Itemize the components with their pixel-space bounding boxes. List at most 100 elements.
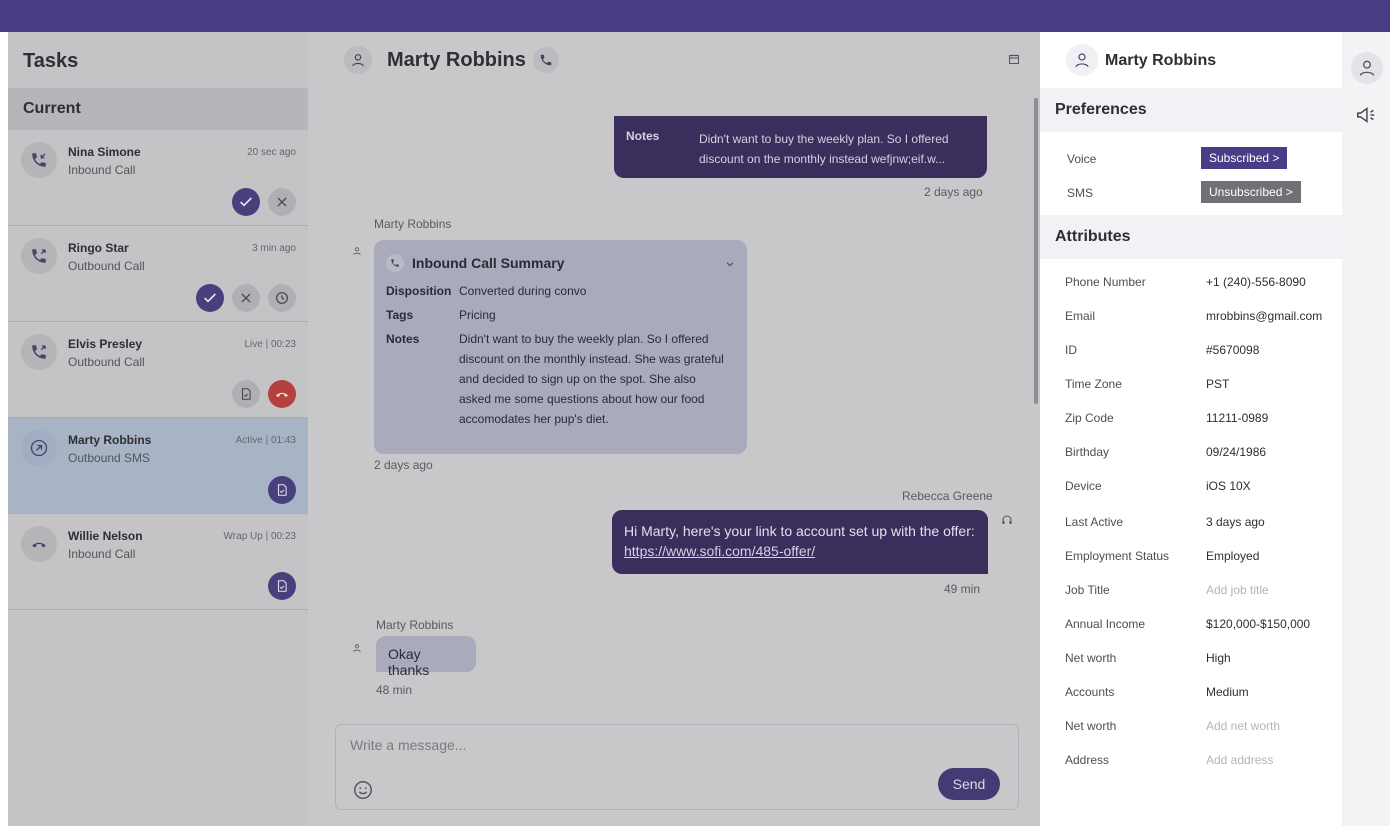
attribute-value[interactable]: 3 days ago <box>1206 515 1265 529</box>
sms-subscription-button[interactable]: Unsubscribed > <box>1201 181 1301 203</box>
voice-subscription-button[interactable]: Subscribed > <box>1201 147 1288 169</box>
message-composer[interactable]: Write a message... Send <box>335 724 1019 810</box>
task-name: Nina Simone <box>68 145 141 159</box>
attributes-header: Attributes <box>1040 215 1342 259</box>
message-time: 2 days ago <box>924 185 983 199</box>
attribute-label: Net worth <box>1065 719 1117 733</box>
contact-profile-panel: Marty Robbins Preferences Voice Subscrib… <box>1040 32 1342 826</box>
call-button[interactable] <box>533 47 559 73</box>
attribute-value[interactable]: Add address <box>1206 753 1273 767</box>
attribute-label: Employment Status <box>1065 549 1170 563</box>
message-input[interactable]: Write a message... <box>350 737 466 753</box>
attribute-value[interactable]: Medium <box>1206 685 1249 699</box>
close-icon <box>277 197 287 207</box>
attribute-value[interactable]: mrobbins@gmail.com <box>1206 309 1322 323</box>
task-item-elvis-presley[interactable]: Elvis Presley Outbound Call Live | 00:23 <box>8 322 308 418</box>
message-text: Hi Marty, here's your link to account se… <box>624 523 975 539</box>
attribute-label: Time Zone <box>1065 377 1122 391</box>
task-time: Live | 00:23 <box>244 339 296 350</box>
attribute-value[interactable]: Add net worth <box>1206 719 1280 733</box>
task-item-marty-robbins[interactable]: Marty Robbins Outbound SMS Active | 01:4… <box>8 418 308 514</box>
preference-label: SMS <box>1067 186 1094 200</box>
attribute-value[interactable]: $120,000-$150,000 <box>1206 617 1310 631</box>
task-time: 20 sec ago <box>247 147 296 158</box>
task-time: Wrap Up | 00:23 <box>223 531 296 542</box>
decline-button[interactable] <box>268 188 296 216</box>
end-call-button[interactable] <box>268 380 296 408</box>
attribute-label: Birthday <box>1065 445 1110 459</box>
attribute-value[interactable]: 11211-0989 <box>1206 411 1268 425</box>
disposition-label: Disposition <box>386 284 452 298</box>
notes-button[interactable] <box>232 380 260 408</box>
notes-value: Didn't want to buy the weekly plan. So I… <box>699 132 949 166</box>
outgoing-call-icon <box>21 238 57 274</box>
task-type: Outbound SMS <box>68 451 151 465</box>
chevron-down-icon[interactable] <box>725 256 735 274</box>
send-button[interactable]: Send <box>938 768 1000 800</box>
preference-label: Voice <box>1067 152 1097 166</box>
attribute-value[interactable]: Employed <box>1206 549 1259 563</box>
tags-value: Pricing <box>459 308 496 322</box>
profile-tab-icon[interactable] <box>1351 52 1383 84</box>
notes-button[interactable] <box>268 572 296 600</box>
phone-icon <box>386 254 404 272</box>
tasks-panel: Tasks Current Nina Simone Inbound Call 2… <box>8 32 308 826</box>
offer-link[interactable]: https://www.sofi.com/485-offer/ <box>624 543 815 559</box>
attribute-label: Zip Code <box>1065 411 1114 425</box>
notes-label: Notes <box>386 332 420 346</box>
attribute-value[interactable]: 09/24/1986 <box>1206 445 1266 459</box>
calendar-icon[interactable] <box>1008 52 1020 70</box>
profile-name: Marty Robbins <box>1105 52 1217 69</box>
megaphone-icon[interactable] <box>1355 104 1377 131</box>
close-icon <box>241 293 251 303</box>
current-section-header: Current <box>8 88 308 130</box>
phone-icon <box>540 54 552 66</box>
accept-button[interactable] <box>196 284 224 312</box>
attribute-value[interactable]: PST <box>1206 377 1229 391</box>
disposition-value: Converted during convo <box>459 284 587 298</box>
check-icon <box>240 197 252 207</box>
attribute-label: Accounts <box>1065 685 1115 699</box>
accept-button[interactable] <box>232 188 260 216</box>
emoji-icon[interactable] <box>352 779 374 806</box>
notes-button[interactable] <box>268 476 296 504</box>
message-sender: Marty Robbins <box>374 217 452 231</box>
tags-label: Tags <box>386 308 414 322</box>
attribute-value[interactable]: #5670098 <box>1206 343 1259 357</box>
message-sender: Marty Robbins <box>376 618 454 632</box>
hang-up-icon <box>276 392 288 397</box>
attribute-label: Job Title <box>1065 583 1110 597</box>
task-type: Inbound Call <box>68 547 136 561</box>
attribute-value[interactable]: iOS 10X <box>1206 479 1251 493</box>
sms-outgoing-icon <box>21 430 57 466</box>
message-time: 49 min <box>944 582 981 596</box>
task-time: 3 min ago <box>252 243 296 254</box>
check-icon <box>204 293 216 303</box>
task-name: Marty Robbins <box>68 433 152 447</box>
attribute-label: ID <box>1065 343 1077 357</box>
profile-header: Marty Robbins <box>1040 32 1342 88</box>
task-item-ringo-star[interactable]: Ringo Star Outbound Call 3 min ago <box>8 226 308 322</box>
attribute-label: Last Active <box>1065 515 1124 529</box>
decline-button[interactable] <box>232 284 260 312</box>
attribute-value[interactable]: Add job title <box>1206 583 1269 597</box>
scrollbar[interactable] <box>1034 98 1038 404</box>
message-text: Okay thanks <box>388 646 430 678</box>
snooze-button[interactable] <box>268 284 296 312</box>
task-item-willie-nelson[interactable]: Willie Nelson Inbound Call Wrap Up | 00:… <box>8 514 308 610</box>
task-type: Outbound Call <box>68 355 145 369</box>
message-sender: Rebecca Greene <box>902 489 993 503</box>
task-type: Outbound Call <box>68 259 145 273</box>
attribute-label: Address <box>1065 753 1110 767</box>
attribute-value[interactable]: High <box>1206 651 1231 665</box>
attribute-value[interactable]: +1 (240)-556-8090 <box>1206 275 1306 289</box>
clock-icon <box>276 292 288 304</box>
outgoing-call-icon <box>21 334 57 370</box>
notes-label: Notes <box>626 129 660 143</box>
attribute-label: Annual Income <box>1065 617 1146 631</box>
section-title: Current <box>23 100 81 117</box>
document-icon <box>241 388 251 400</box>
task-item-nina-simone[interactable]: Nina Simone Inbound Call 20 sec ago <box>8 130 308 226</box>
task-name: Elvis Presley <box>68 337 143 351</box>
conversation-title: Marty Robbins <box>387 49 526 71</box>
